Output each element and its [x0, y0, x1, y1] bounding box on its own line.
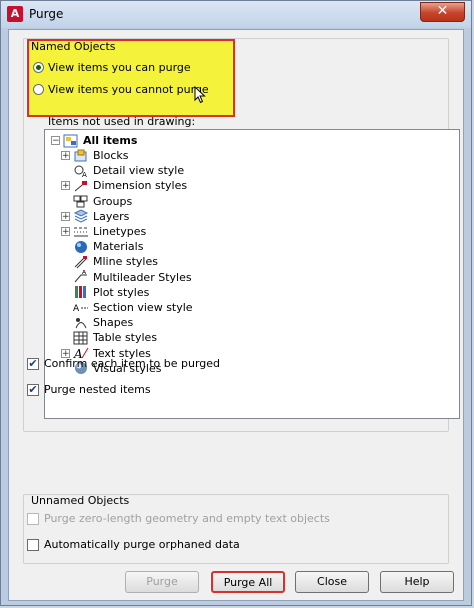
confirm-each-label: Confirm each item to be purged	[44, 357, 221, 370]
tree-item-label: Groups	[93, 194, 133, 208]
tree-item-label: Linetypes	[93, 225, 147, 238]
detail-view-icon: A	[73, 164, 89, 179]
tree-item-label: Mline styles	[93, 255, 158, 269]
materials-icon	[73, 240, 89, 254]
purge-all-button[interactable]: Purge All	[211, 571, 285, 593]
mouse-pointer-icon	[194, 86, 206, 104]
named-objects-legend: Named Objects	[31, 40, 116, 53]
checkbox-disabled[interactable]	[27, 512, 39, 525]
plot-icon	[73, 285, 89, 299]
tree-item-label: Table styles	[93, 331, 158, 345]
expand-icon[interactable]: +	[61, 227, 70, 237]
window-title: Purge	[29, 7, 64, 21]
purge-nested-checkbox[interactable]: ✔ Purge nested items	[27, 383, 151, 396]
tree-item-label: Multileader Styles	[93, 270, 192, 284]
tree-item-label: Detail view style	[93, 164, 185, 178]
tree-label: Items not used in drawing:	[48, 115, 196, 128]
linetypes-icon	[73, 225, 89, 239]
groups-icon	[73, 194, 89, 208]
tree-item-dimension-styles[interactable]: + Dimension styles	[61, 178, 187, 193]
tree-item-detail-view-style[interactable]: A Detail view style	[61, 163, 185, 179]
tree-item-blocks[interactable]: + Blocks	[61, 148, 128, 163]
dialog-body: Named Objects View items you can purge V…	[8, 29, 464, 601]
checkbox-checked[interactable]: ✔	[27, 357, 39, 370]
checkbox-checked[interactable]: ✔	[27, 383, 39, 396]
close-button[interactable]: Close	[295, 571, 369, 593]
purge-button[interactable]: Purge	[125, 571, 199, 593]
title-bar[interactable]: A Purge ✕	[1, 1, 471, 28]
tree-item-multileader-styles[interactable]: A Multileader Styles	[61, 269, 192, 285]
section-view-icon: A	[73, 301, 89, 315]
purge-tree-view[interactable]: − All items + Blocks A Detail view style + Di…	[44, 129, 460, 419]
tree-item-materials[interactable]: Materials	[61, 239, 143, 254]
collapse-icon[interactable]: −	[51, 136, 60, 146]
radio-button[interactable]	[33, 84, 44, 95]
tree-item-shapes[interactable]: Shapes	[61, 315, 133, 330]
named-objects-group: Named Objects View items you can purge V…	[23, 38, 460, 432]
unnamed-objects-group: Unnamed Objects Purge zero-length geomet…	[23, 494, 449, 564]
radio-view-nonpurgeable[interactable]: View items you cannot purge	[33, 83, 209, 96]
blocks-icon	[73, 149, 89, 163]
checkbox-unchecked[interactable]	[27, 538, 39, 551]
tree-item-label: Blocks	[93, 149, 129, 162]
svg-text:A: A	[73, 304, 80, 314]
layers-icon	[73, 209, 89, 223]
zero-length-checkbox[interactable]: Purge zero-length geometry and empty tex…	[27, 512, 330, 525]
confirm-each-checkbox[interactable]: ✔ Confirm each item to be purged	[27, 357, 220, 370]
tree-item-layers[interactable]: + Layers	[61, 209, 129, 224]
radio-button-selected[interactable]	[33, 62, 44, 73]
tree-item-mline-styles[interactable]: Mline styles	[61, 254, 158, 269]
multileader-icon: A	[73, 269, 89, 284]
tree-item-groups[interactable]: Groups	[61, 194, 132, 209]
purge-nested-label: Purge nested items	[44, 383, 151, 396]
table-icon	[73, 331, 89, 345]
tree-item-table-styles[interactable]: Table styles	[61, 330, 157, 345]
orphaned-data-checkbox[interactable]: Automatically purge orphaned data	[27, 538, 240, 551]
tree-item-label: Plot styles	[93, 285, 150, 299]
autocad-logo-icon: A	[7, 6, 23, 22]
tree-item-label: Layers	[93, 209, 130, 223]
tree-item-label: All items	[83, 134, 138, 147]
svg-text:A: A	[82, 171, 87, 178]
tree-item-section-view-style[interactable]: A Section view style	[61, 300, 193, 315]
all-items-icon	[63, 134, 79, 148]
zero-length-label: Purge zero-length geometry and empty tex…	[44, 512, 330, 525]
unnamed-objects-legend: Unnamed Objects	[31, 494, 130, 507]
tree-item-label: Section view style	[93, 301, 193, 314]
expand-icon[interactable]: +	[61, 151, 70, 161]
tree-item-all-items[interactable]: − All items	[51, 133, 137, 148]
radio-view-purgeable-label: View items you can purge	[48, 61, 191, 74]
tree-item-plot-styles[interactable]: Plot styles	[61, 285, 149, 300]
purge-dialog: A Purge ✕ Named Objects View items you c…	[0, 0, 472, 606]
radio-view-nonpurgeable-label: View items you cannot purge	[48, 83, 209, 96]
tree-item-linetypes[interactable]: + Linetypes	[61, 224, 146, 239]
expand-icon[interactable]: +	[61, 211, 70, 221]
help-button[interactable]: Help	[380, 571, 454, 593]
orphaned-data-label: Automatically purge orphaned data	[44, 538, 240, 551]
shapes-icon	[73, 316, 89, 330]
dimension-icon	[73, 179, 89, 193]
tree-item-label: Materials	[93, 240, 144, 254]
window-close-button[interactable]: ✕	[420, 2, 465, 22]
mline-icon	[73, 255, 89, 269]
tree-item-label: Shapes	[93, 316, 134, 330]
expand-icon[interactable]: +	[61, 181, 70, 191]
radio-view-purgeable[interactable]: View items you can purge	[33, 61, 191, 74]
tree-item-label: Dimension styles	[93, 179, 188, 193]
